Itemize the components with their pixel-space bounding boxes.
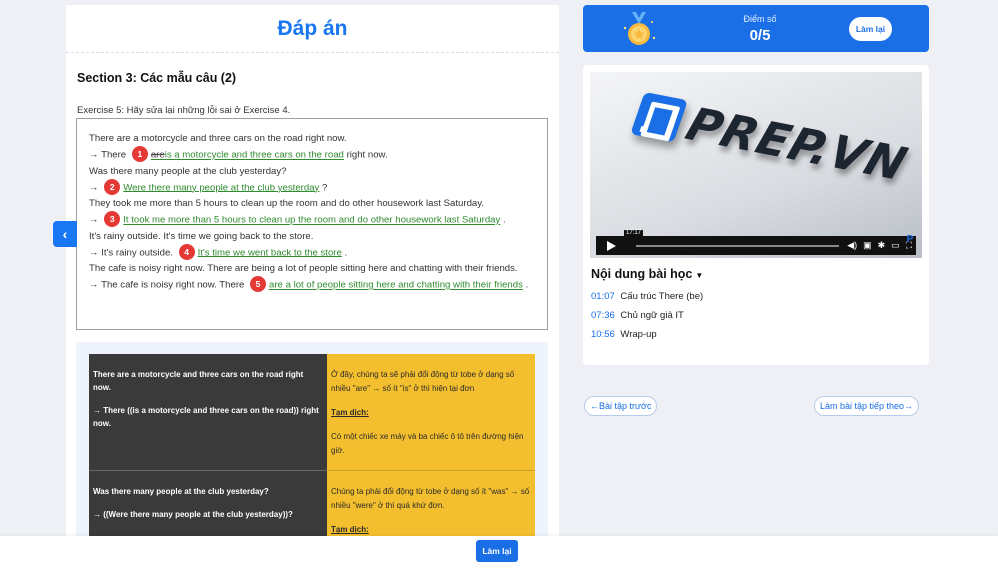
question-line: The cafe is noisy right now. There are b…: [89, 263, 518, 275]
explanation-sentence-cell: Was there many people at the club yester…: [89, 471, 327, 536]
prep-logo-icon: [630, 91, 688, 143]
answer-suffix: ?: [322, 182, 328, 194]
explanation-section: There are a motorcycle and three cars on…: [76, 342, 548, 536]
chapter-item[interactable]: 07:36 Chủ ngữ giả IT: [591, 306, 703, 325]
explanation-note-cell: Chúng ta phải đổi động từ tobe ở dạng số…: [327, 471, 535, 536]
answer-suffix: .: [502, 214, 506, 226]
score-card: Điểm số 0/5 Làm lại: [583, 5, 929, 52]
correction-text[interactable]: areis a motorcycle and three cars on the…: [151, 150, 344, 161]
explanation-table: There are a motorcycle and three cars on…: [89, 354, 535, 536]
explanation-text: Chúng ta phải đổi động từ tobe ở dạng số…: [331, 487, 530, 510]
correction-text[interactable]: are a lot of people sitting here and cha…: [269, 280, 523, 291]
correction-text[interactable]: It's time we went back to the store: [198, 247, 342, 258]
exercise-answer-box: There are a motorcycle and three cars on…: [76, 118, 548, 330]
answer-suffix: right now.: [346, 149, 388, 161]
prep-mini-logo-icon: P: [906, 234, 914, 245]
caret-down-icon: ▼: [695, 271, 704, 280]
question-line: It's rainy outside. It's time we going b…: [89, 230, 314, 242]
original-sentence: Was there many people at the club yester…: [93, 487, 269, 496]
answer-title: Đáp án: [277, 16, 348, 40]
answer-number-badge: 4: [178, 243, 195, 260]
answer-prefix: → It's rainy outside.: [89, 247, 173, 259]
answer-line: → There 1 areis a motorcycle and three ca…: [89, 146, 535, 164]
answer-number-badge: 3: [104, 211, 121, 228]
answer-line: → The cafe is noisy right now. There 5 ar…: [89, 276, 535, 294]
medal-icon: [623, 12, 656, 45]
video-player[interactable]: PREP.VN 17:17 ◀) ▣ ✱ ▭ ⛶ P: [590, 72, 922, 258]
answer-line: → 2 Were there many people at the club ye…: [89, 178, 535, 197]
answer-prefix: →: [89, 214, 99, 226]
settings-icon[interactable]: ✱: [878, 240, 886, 251]
translation-label: Tạm dịch:: [331, 408, 369, 417]
redo-bottom-button[interactable]: Làm lại: [476, 540, 518, 562]
chapter-list: 01:07 Cấu trúc There (be) 07:36 Chủ ngữ …: [591, 287, 703, 344]
chevron-left-icon: ‹: [62, 226, 68, 242]
score-label: Điểm số: [743, 14, 777, 24]
progress-bar[interactable]: [636, 244, 840, 247]
chapter-item[interactable]: 10:56 Wrap-up: [591, 325, 703, 344]
lesson-title-text: Nội dung bài học: [591, 267, 693, 281]
answer-line: → 3 It took me more than 5 hours to clean…: [89, 211, 535, 229]
translation-label: Tạm dịch:: [331, 525, 369, 534]
chapter-item[interactable]: 01:07 Cấu trúc There (be): [591, 287, 703, 306]
question-line: They took me more than 5 hours to clean …: [89, 198, 484, 210]
correction-text[interactable]: It took me more than 5 hours to clean up…: [123, 215, 500, 226]
explanation-text: Ở đây, chúng ta sẽ phải đổi động từ tobe…: [331, 370, 515, 393]
volume-icon[interactable]: ◀): [847, 240, 857, 251]
answer-prefix: → The cafe is noisy right now. There: [89, 279, 245, 291]
answer-number-badge: 1: [131, 146, 148, 162]
video-controls: ◀) ▣ ✱ ▭ ⛶: [596, 236, 916, 255]
corrected-sentence: → There ((is a motorcycle and three cars…: [93, 406, 319, 428]
exercise-instruction: Exercise 5: Hãy sửa lại những lỗi sai ở …: [77, 105, 291, 116]
explanation-row: There are a motorcycle and three cars on…: [89, 354, 535, 471]
pip-icon[interactable]: ▭: [891, 240, 900, 251]
translation-text: Có một chiếc xe máy và ba chiếc ô tô trê…: [331, 432, 524, 455]
lesson-card: PREP.VN 17:17 ◀) ▣ ✱ ▭ ⛶ P Nội dung bài …: [583, 65, 929, 365]
answer-panel: Đáp án Section 3: Các mẫu câu (2) Exerci…: [66, 5, 559, 536]
correction-phrase: is a motorcycle and three cars on the ro…: [164, 149, 344, 161]
answer-number-badge: 2: [104, 178, 121, 195]
answer-header: Đáp án: [66, 5, 559, 53]
corrected-sentence: → ((Were there many people at the club y…: [93, 510, 293, 519]
score-value: 0/5: [749, 27, 771, 44]
chapter-title: Wrap-up: [620, 329, 657, 340]
captions-icon[interactable]: ▣: [863, 240, 872, 251]
next-exercise-button[interactable]: Làm bài tập tiếp theo→: [814, 396, 920, 416]
brand-logo: PREP.VN: [629, 87, 915, 191]
lesson-content-title[interactable]: Nội dung bài học ▼: [591, 267, 703, 281]
brand-text: PREP.VN: [679, 97, 915, 191]
chapter-title: Cấu trúc There (be): [620, 291, 704, 302]
answer-suffix: .: [525, 279, 529, 291]
answer-prefix: →: [89, 182, 99, 194]
bottom-bar: Làm lại: [0, 536, 998, 568]
explanation-sentence-cell: There are a motorcycle and three cars on…: [89, 354, 327, 471]
redo-button[interactable]: Làm lại: [849, 17, 892, 41]
explanation-row: Was there many people at the club yester…: [89, 471, 535, 536]
section-title: Section 3: Các mẫu câu (2): [77, 71, 237, 85]
play-icon[interactable]: [600, 238, 622, 253]
chapter-title: Chủ ngữ giả IT: [620, 310, 684, 321]
answer-line: → It's rainy outside. 4 It's time we went…: [89, 243, 535, 262]
answer-prefix: → There: [89, 149, 127, 161]
explanation-note-cell: Ở đây, chúng ta sẽ phải đổi động từ tobe…: [327, 354, 535, 471]
answer-number-badge: 5: [250, 276, 267, 293]
chapter-time[interactable]: 01:07: [591, 291, 615, 302]
previous-exercise-button[interactable]: ←Bài tập trước: [584, 396, 658, 416]
answer-suffix: .: [344, 247, 348, 259]
struck-word: are: [150, 149, 165, 161]
chapter-time[interactable]: 10:56: [591, 329, 615, 340]
original-sentence: There are a motorcycle and three cars on…: [93, 370, 304, 392]
chapter-time[interactable]: 07:36: [591, 310, 615, 321]
question-line: Was there many people at the club yester…: [89, 165, 287, 177]
question-line: There are a motorcycle and three cars on…: [89, 133, 347, 144]
collapse-panel-button[interactable]: ‹: [53, 221, 77, 247]
correction-text[interactable]: Were there many people at the club yeste…: [123, 182, 319, 193]
